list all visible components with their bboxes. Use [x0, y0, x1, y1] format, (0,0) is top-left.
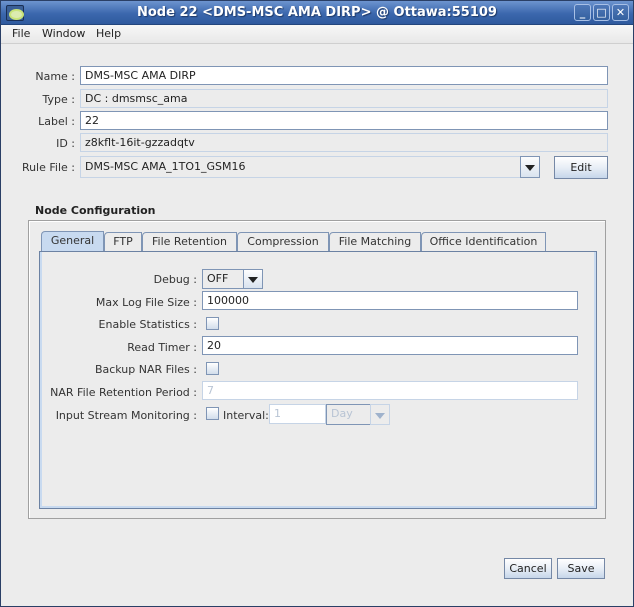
name-label: Name :	[35, 70, 75, 83]
nar-retention-period-input[interactable]: 7	[202, 381, 578, 400]
rule-file-dropdown-button[interactable]	[520, 156, 540, 178]
minimize-button[interactable]: _	[574, 4, 591, 21]
chevron-down-icon	[375, 412, 385, 419]
tab-file-retention[interactable]: File Retention	[142, 232, 237, 251]
label-label: Label :	[38, 115, 75, 128]
general-tab-panel	[39, 251, 597, 509]
max-log-file-size-input[interactable]: 100000	[202, 291, 578, 310]
input-stream-monitoring-checkbox[interactable]	[206, 407, 219, 420]
interval-label: Interval:	[223, 409, 269, 422]
interval-unit-select[interactable]: Day	[326, 404, 371, 425]
interval-input[interactable]: 1	[269, 404, 326, 424]
tab-general[interactable]: General	[41, 231, 104, 252]
id-label: ID :	[56, 137, 75, 150]
enable-statistics-checkbox[interactable]	[206, 317, 219, 330]
node-config-window: Node 22 <DMS-MSC AMA DIRP> @ Ottawa:5510…	[0, 0, 634, 607]
label-input[interactable]: 22	[80, 111, 608, 130]
title-bar[interactable]: Node 22 <DMS-MSC AMA DIRP> @ Ottawa:5510…	[1, 1, 633, 25]
edit-button[interactable]: Edit	[554, 156, 608, 179]
read-timer-label: Read Timer :	[127, 341, 197, 354]
backup-nar-files-label: Backup NAR Files :	[94, 363, 197, 376]
rule-file-select[interactable]: DMS-MSC AMA_1TO1_GSM16	[80, 156, 521, 178]
type-field: DC : dmsmsc_ama	[80, 89, 608, 108]
chevron-down-icon	[525, 165, 535, 171]
debug-dropdown-button[interactable]	[243, 269, 263, 289]
close-button[interactable]: ✕	[612, 4, 629, 21]
max-log-file-size-label: Max Log File Size :	[95, 296, 197, 309]
menu-help[interactable]: Help	[96, 27, 121, 40]
type-label: Type :	[42, 93, 75, 106]
maximize-button[interactable]: □	[593, 4, 610, 21]
node-configuration-title: Node Configuration	[35, 204, 156, 217]
chevron-down-icon	[248, 277, 258, 283]
menu-file[interactable]: File	[12, 27, 30, 40]
id-field: z8kflt-16it-gzzadqtv	[80, 133, 608, 152]
menu-window[interactable]: Window	[42, 27, 85, 40]
name-input[interactable]: DMS-MSC AMA DIRP	[80, 66, 608, 85]
tab-compression[interactable]: Compression	[237, 232, 329, 251]
window-title: Node 22 <DMS-MSC AMA DIRP> @ Ottawa:5510…	[137, 5, 497, 20]
tab-office-identification[interactable]: Office Identification	[421, 232, 546, 251]
backup-nar-files-checkbox[interactable]	[206, 362, 219, 375]
rule-file-label: Rule File :	[21, 161, 75, 174]
nar-retention-period-label: NAR File Retention Period :	[50, 386, 197, 399]
interval-unit-dropdown-button[interactable]	[370, 404, 390, 425]
menu-bar: File Window Help	[1, 25, 633, 44]
tab-file-matching[interactable]: File Matching	[329, 232, 421, 251]
cancel-button[interactable]: Cancel	[504, 558, 552, 579]
input-stream-monitoring-label: Input Stream Monitoring :	[55, 409, 197, 422]
debug-select[interactable]: OFF	[202, 269, 244, 289]
tab-ftp[interactable]: FTP	[104, 232, 142, 251]
enable-statistics-label: Enable Statistics :	[98, 318, 197, 331]
debug-label: Debug :	[153, 273, 197, 286]
read-timer-input[interactable]: 20	[202, 336, 578, 355]
save-button[interactable]: Save	[557, 558, 605, 579]
